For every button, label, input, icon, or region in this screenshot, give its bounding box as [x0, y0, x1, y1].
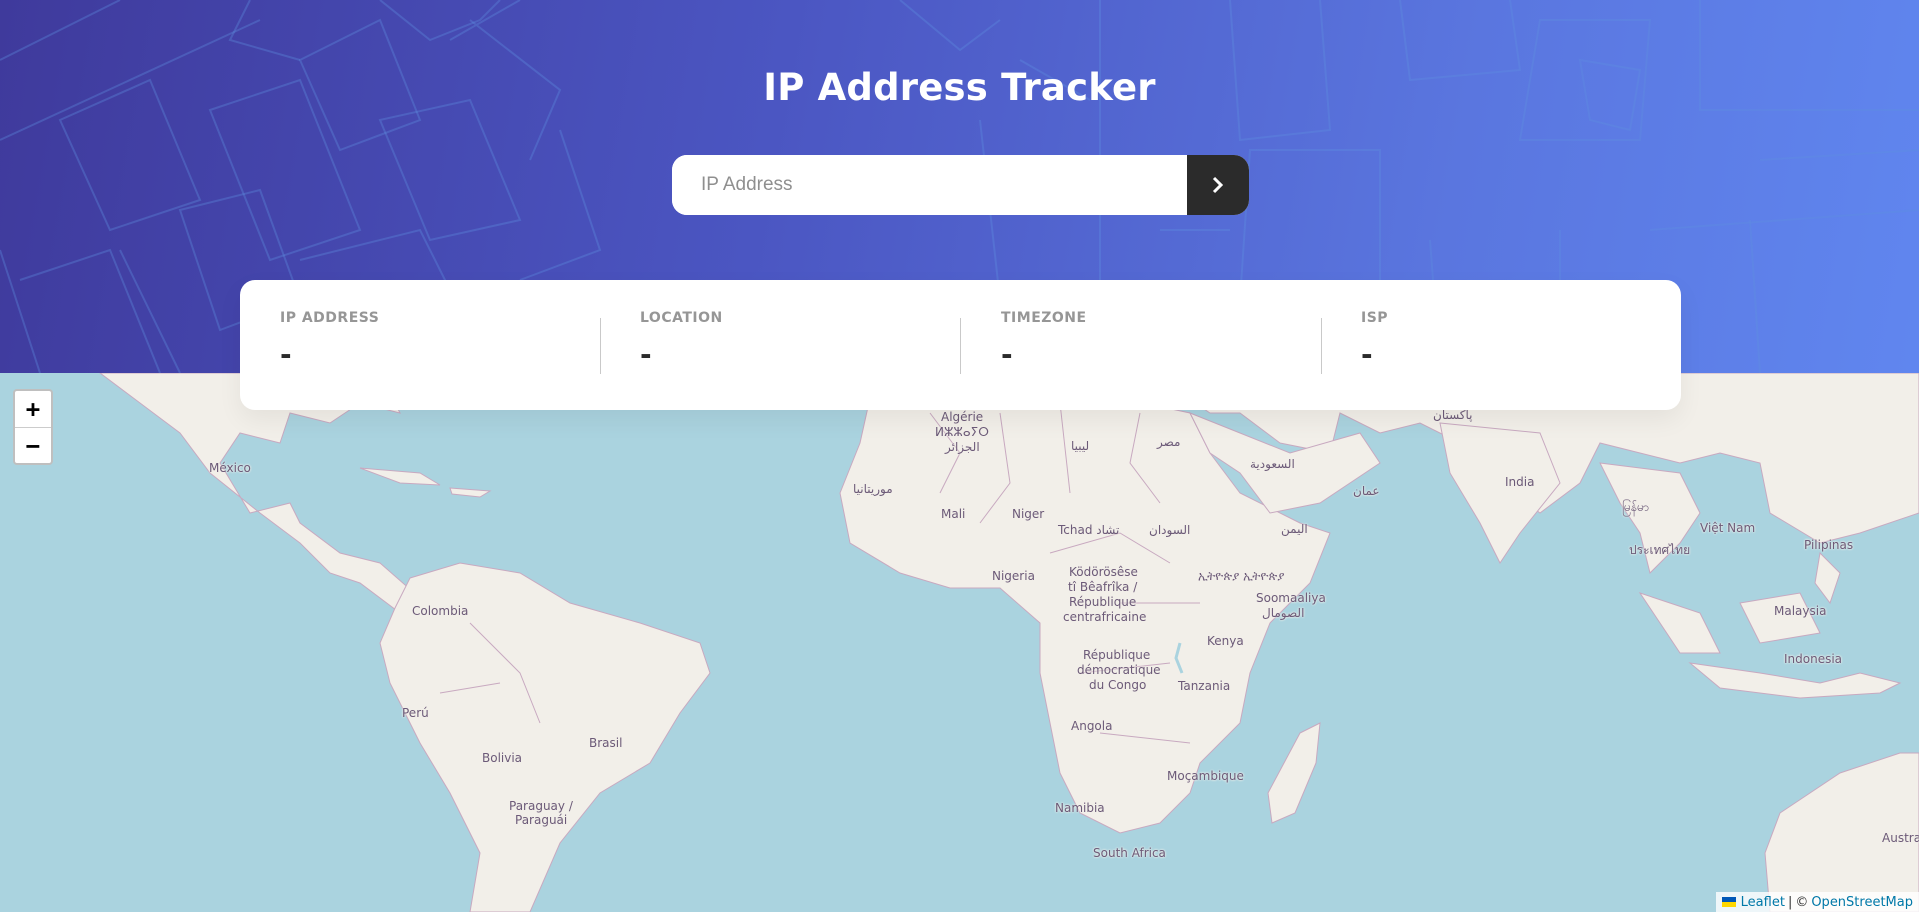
map-label-country: Nigeria — [992, 569, 1035, 583]
map-label-country: مصر — [1157, 435, 1181, 449]
map-label-country: Kenya — [1207, 634, 1244, 648]
info-isp: ISP - — [1361, 310, 1661, 371]
attribution-copyright: © — [1795, 894, 1809, 910]
chevron-right-icon — [1212, 176, 1224, 194]
map-label-country: ኢትዮጵያ ኢትዮጵያ — [1198, 569, 1285, 583]
zoom-out-button[interactable]: − — [15, 427, 51, 463]
map-zoom-control: + − — [13, 389, 53, 465]
info-label: LOCATION — [640, 310, 723, 326]
map-label-country: Tchad تشاد — [1058, 523, 1120, 537]
map-label-country: Austra — [1882, 831, 1919, 845]
info-ip-address: IP ADDRESS - — [280, 310, 580, 371]
map-label-country: الصومال — [1262, 606, 1305, 620]
map-label-country: السودان — [1149, 523, 1191, 537]
map-label-country: Niger — [1012, 507, 1045, 521]
map-label-country: عمان — [1353, 484, 1380, 498]
map-label-country: السعودية — [1250, 457, 1295, 471]
map-label-country: India — [1505, 475, 1535, 489]
info-value: - — [640, 338, 652, 371]
map-label-country: Colombia — [412, 604, 469, 618]
map-label-country: Mali — [941, 507, 966, 521]
map-label-country: موريتانيا — [853, 482, 893, 496]
info-label: ISP — [1361, 310, 1389, 326]
map-label-country: Ködörösêse — [1069, 565, 1138, 579]
map-label-country: México — [209, 461, 251, 475]
land-india — [1439, 422, 1561, 564]
info-divider — [960, 318, 961, 374]
map-label-country: Algérie — [941, 410, 984, 424]
ukraine-flag-icon — [1721, 897, 1736, 907]
page-title: IP Address Tracker — [763, 66, 1156, 109]
map-label-country: South Africa — [1093, 846, 1166, 860]
map-label-country: démocratique — [1077, 663, 1161, 677]
map-attribution: Leaflet | © OpenStreetMap — [1715, 892, 1919, 912]
info-label: IP ADDRESS — [280, 310, 380, 326]
map-label-country: Việt Nam — [1700, 521, 1756, 535]
map-label-country: اليمن — [1281, 522, 1308, 536]
map-label-country: tî Bêafrîka / — [1068, 580, 1138, 594]
map-label-country: Malaysia — [1774, 604, 1827, 618]
search-bar — [672, 155, 1249, 215]
search-submit-button[interactable] — [1187, 155, 1249, 215]
info-divider — [1321, 318, 1322, 374]
map-label-country: Indonesia — [1784, 652, 1843, 666]
map-label-country: ⵍⵣⵣⴰⵢⵔ — [935, 425, 989, 439]
map-label-country: မြန်မာ — [1622, 500, 1649, 514]
map-label-country: Soomaaliya — [1256, 591, 1326, 605]
map-label-country: ประเทศไทย — [1629, 543, 1691, 557]
map-label-country: Angola — [1071, 719, 1113, 733]
land-caribbean — [359, 467, 492, 498]
zoom-in-button[interactable]: + — [15, 391, 51, 427]
map-label-country: du Congo — [1089, 678, 1147, 692]
map-label-country: Namibia — [1055, 801, 1105, 815]
map-label-country: Pilipinas — [1804, 538, 1854, 552]
leaflet-link[interactable]: Leaflet — [1741, 895, 1785, 910]
ip-search-input[interactable] — [672, 155, 1187, 215]
info-location: LOCATION - — [640, 310, 940, 371]
map-label-country: Paraguái — [515, 813, 568, 827]
map-label-country: Bolivia — [482, 751, 523, 765]
info-label: TIMEZONE — [1001, 310, 1087, 326]
map-label-country: République — [1069, 595, 1137, 609]
map-label-country: ليبيا — [1071, 439, 1090, 453]
map-label-country: Paraguay / — [509, 799, 573, 813]
map-label-country: پاکستان — [1433, 408, 1473, 422]
info-timezone: TIMEZONE - — [1001, 310, 1301, 371]
map-label-country: Perú — [402, 706, 429, 720]
map-label-country: Brasil — [589, 736, 623, 750]
info-value: - — [1001, 338, 1013, 371]
info-value: - — [280, 338, 292, 371]
map-label-country: Tanzania — [1178, 679, 1231, 693]
attribution-separator: | — [1787, 894, 1793, 910]
ip-info-card: IP ADDRESS - LOCATION - TIMEZONE - ISP - — [240, 280, 1681, 410]
world-map[interactable]: México Colombia Perú Bolivia Brasil Para… — [0, 373, 1919, 912]
openstreetmap-link[interactable]: OpenStreetMap — [1811, 895, 1913, 910]
map-label-country: République — [1083, 648, 1151, 662]
land-madagascar — [1267, 722, 1321, 824]
map-label-country: centrafricaine — [1063, 610, 1147, 624]
map-label-country: الجزائر — [945, 440, 980, 454]
info-value: - — [1361, 338, 1373, 371]
map-label-country: Moçambique — [1167, 769, 1244, 783]
info-divider — [600, 318, 601, 374]
